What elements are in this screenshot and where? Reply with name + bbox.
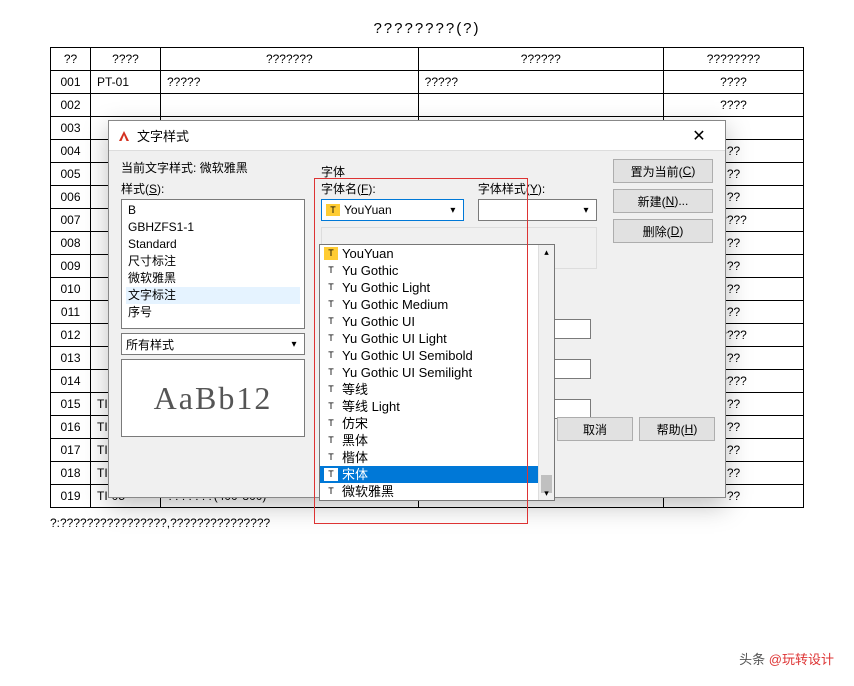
styles-label: 样式(S): — [121, 180, 305, 197]
truetype-icon: T — [324, 468, 338, 481]
style-list-item[interactable]: 尺寸标注 — [126, 253, 300, 270]
dialog-title: 文字样式 — [137, 126, 679, 145]
font-group-label: 字体 — [321, 163, 597, 180]
font-dropdown-item[interactable]: T微软雅黑 — [320, 483, 554, 500]
style-list-item[interactable]: GBHZFS1-1 — [126, 219, 300, 236]
help-button[interactable]: 帮助(H) — [639, 417, 715, 441]
table-header: ?? — [51, 48, 91, 71]
close-button[interactable]: ✕ — [679, 122, 719, 150]
font-name-label: 字体名(F): — [321, 180, 464, 197]
truetype-icon: T — [324, 315, 338, 328]
dropdown-scrollbar[interactable]: ▴ ▾ — [538, 245, 554, 500]
font-dropdown-item[interactable]: T等线 Light — [320, 398, 554, 415]
truetype-icon: T — [324, 383, 338, 396]
table-row: 001PT-01?????????????? — [51, 71, 804, 94]
chevron-down-icon: ▾ — [286, 335, 302, 353]
cancel-button[interactable]: 取消 — [557, 417, 633, 441]
truetype-icon: T — [324, 332, 338, 345]
watermark: 头条 @玩转设计 — [739, 649, 834, 668]
scroll-up-icon[interactable]: ▴ — [539, 245, 554, 259]
font-style-label: 字体样式(Y): — [478, 180, 597, 197]
font-dropdown-item[interactable]: T等线 — [320, 381, 554, 398]
font-name-dropdown-list[interactable]: ▴ ▾ TYouYuanTYu GothicTYu Gothic LightTY… — [319, 244, 555, 501]
style-list-item[interactable]: 微软雅黑 — [126, 270, 300, 287]
truetype-icon: T — [324, 451, 338, 464]
truetype-icon: T — [324, 349, 338, 362]
table-header: ??????? — [161, 48, 419, 71]
truetype-icon: T — [324, 400, 338, 413]
font-dropdown-item[interactable]: TYu Gothic Medium — [320, 296, 554, 313]
truetype-icon: T — [324, 417, 338, 430]
autocad-app-icon — [117, 129, 131, 143]
current-style-label: 当前文字样式: 微软雅黑 — [121, 159, 305, 176]
table-row: 002???? — [51, 94, 804, 117]
font-style-combo[interactable]: ▾ — [478, 199, 597, 221]
font-dropdown-item[interactable]: TYouYuan — [320, 245, 554, 262]
chevron-down-icon: ▾ — [578, 205, 594, 216]
truetype-icon: T — [324, 434, 338, 447]
truetype-icon: T — [326, 204, 340, 216]
font-dropdown-item[interactable]: T楷体 — [320, 449, 554, 466]
style-list-item[interactable]: 文字标注 — [126, 287, 300, 304]
font-dropdown-item[interactable]: TYu Gothic Light — [320, 279, 554, 296]
truetype-icon: T — [324, 281, 338, 294]
font-dropdown-item[interactable]: TYu Gothic UI Light — [320, 330, 554, 347]
styles-listbox[interactable]: BGBHZFS1-1Standard尺寸标注微软雅黑文字标注序号 — [121, 199, 305, 329]
font-dropdown-item[interactable]: TYu Gothic UI Semibold — [320, 347, 554, 364]
style-list-item[interactable]: Standard — [126, 236, 300, 253]
font-dropdown-item[interactable]: T宋体 — [320, 466, 554, 483]
font-dropdown-item[interactable]: TYu Gothic UI Semilight — [320, 364, 554, 381]
set-current-button[interactable]: 置为当前(C) — [613, 159, 713, 183]
style-list-item[interactable]: B — [126, 202, 300, 219]
new-button[interactable]: 新建(N)... — [613, 189, 713, 213]
page-title: ????????(?) — [50, 20, 804, 37]
style-list-item[interactable]: 序号 — [126, 304, 300, 321]
table-header: ???????? — [664, 48, 804, 71]
truetype-icon: T — [324, 264, 338, 277]
font-dropdown-item[interactable]: T黑体 — [320, 432, 554, 449]
truetype-icon: T — [324, 298, 338, 311]
dialog-titlebar[interactable]: 文字样式 ✕ — [109, 121, 725, 151]
chevron-down-icon: ▾ — [445, 205, 461, 216]
preview-box: AaBb12 — [121, 359, 305, 437]
page-note: ?:????????????????,??????????????? — [50, 516, 804, 530]
table-header: ?????? — [418, 48, 663, 71]
filter-dropdown[interactable]: 所有样式 ▾ — [121, 333, 305, 355]
truetype-icon: T — [324, 247, 338, 260]
font-dropdown-item[interactable]: TYu Gothic UI — [320, 313, 554, 330]
truetype-icon: T — [324, 485, 338, 498]
table-header: ???? — [91, 48, 161, 71]
font-dropdown-item[interactable]: TYu Gothic — [320, 262, 554, 279]
font-dropdown-item[interactable]: T仿宋 — [320, 415, 554, 432]
delete-button[interactable]: 删除(D) — [613, 219, 713, 243]
truetype-icon: T — [324, 366, 338, 379]
font-name-combo[interactable]: T YouYuan ▾ — [321, 199, 464, 221]
scroll-down-icon[interactable]: ▾ — [539, 486, 554, 500]
